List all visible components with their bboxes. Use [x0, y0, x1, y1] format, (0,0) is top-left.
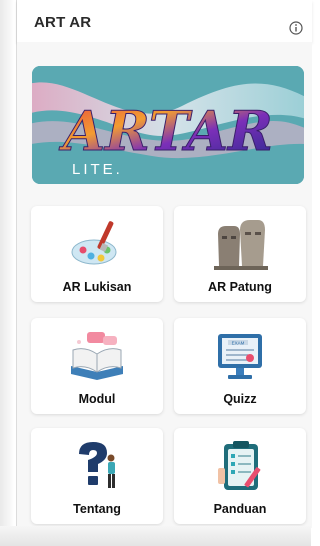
clipboard-icon — [218, 441, 261, 490]
photo-frame-edge — [0, 0, 14, 546]
art-ar-lite-banner: ARTAR LITE. — [32, 66, 304, 184]
menu-label: Quizz — [223, 392, 257, 406]
banner-artwork: ARTAR LITE. — [32, 66, 304, 184]
statue-icon — [214, 220, 268, 270]
photo-frame-bottom — [0, 526, 311, 546]
home-content: ARTAR LITE. AR Lukisan AR Patung Modul E… — [17, 42, 312, 528]
menu-label: Modul — [78, 392, 116, 406]
menu-label: Panduan — [213, 502, 267, 516]
menu-label: AR Patung — [208, 280, 272, 294]
app-title: ART AR — [34, 14, 92, 31]
book-icon — [71, 332, 123, 380]
menu-card-panduan[interactable]: Panduan — [174, 428, 306, 524]
menu-card-ar-lukisan[interactable]: AR Lukisan — [31, 206, 163, 302]
info-icon[interactable] — [289, 21, 303, 35]
menu-label: AR Lukisan — [62, 280, 132, 294]
exam-icon: EXAM — [218, 334, 262, 379]
question-icon — [79, 442, 115, 488]
menu-label: Tentang — [73, 502, 121, 516]
app-screen: ART AR ARTAR LITE. AR Lukisan AR Patung … — [16, 0, 312, 528]
menu-card-ar-patung[interactable]: AR Patung — [174, 206, 306, 302]
menu-card-modul[interactable]: Modul — [31, 318, 163, 414]
palette-icon — [71, 221, 117, 265]
svg-text:EXAM: EXAM — [232, 341, 245, 346]
banner-subtitle: LITE. — [72, 161, 123, 178]
menu-card-quizz[interactable]: EXAM Quizz — [174, 318, 306, 414]
banner-logo-text: ARTAR — [58, 99, 273, 163]
menu-card-tentang[interactable]: Tentang — [31, 428, 163, 524]
app-bar: ART AR — [17, 0, 312, 42]
